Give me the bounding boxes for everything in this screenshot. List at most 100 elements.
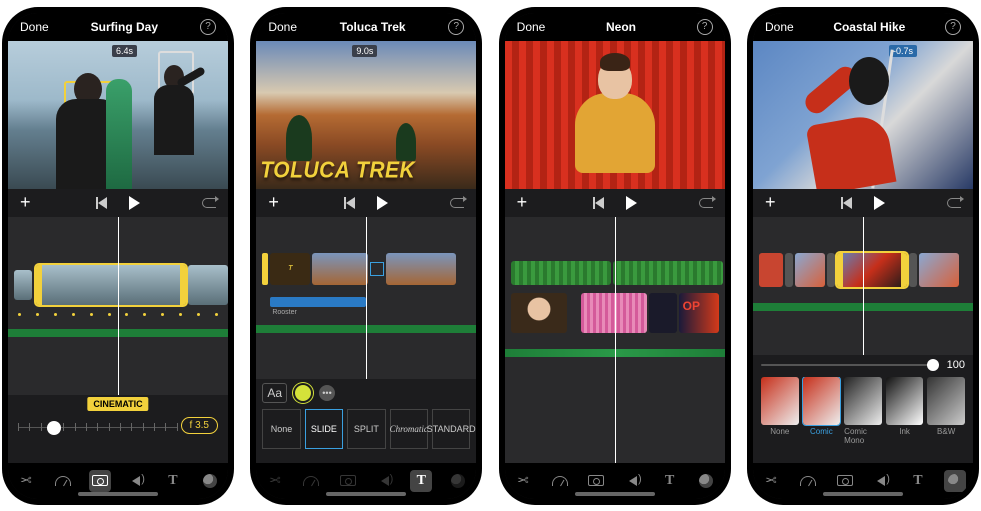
text-style-button[interactable]: Aa	[262, 383, 287, 403]
video-clip-selected[interactable]	[36, 265, 186, 305]
video-clip[interactable]	[188, 265, 228, 305]
undo-button[interactable]	[699, 198, 713, 208]
filter-comic-mono[interactable]: Comic Mono	[844, 377, 882, 445]
text-tool[interactable]: T	[410, 470, 432, 492]
trim-handle-right[interactable]	[180, 265, 186, 305]
video-clip[interactable]	[759, 253, 783, 287]
transition-slide[interactable]: SLIDE	[305, 409, 343, 449]
done-button[interactable]: Done	[268, 20, 297, 34]
trim-handle-left[interactable]	[36, 265, 42, 305]
cut-tool[interactable]	[264, 470, 286, 492]
text-tool[interactable]: T	[907, 470, 929, 492]
effects-tool[interactable]	[944, 470, 966, 492]
title-overlay[interactable]: TOLUCA TREK	[260, 157, 472, 183]
undo-button[interactable]	[947, 198, 961, 208]
text-tool[interactable]: T	[659, 470, 681, 492]
help-icon[interactable]: ?	[697, 19, 713, 35]
video-clip[interactable]	[795, 253, 825, 287]
help-icon[interactable]: ?	[200, 19, 216, 35]
video-preview[interactable]: 9.0s TOLUCA TREK	[256, 41, 476, 189]
clip-thumb[interactable]	[14, 270, 32, 300]
help-icon[interactable]: ?	[945, 19, 961, 35]
overlay-clip[interactable]	[581, 293, 647, 333]
transition-gap[interactable]	[827, 253, 835, 287]
camera-tool[interactable]	[337, 470, 359, 492]
trim-handle-left[interactable]	[837, 253, 843, 287]
add-media-button[interactable]: +	[268, 192, 279, 213]
greenscreen-clip[interactable]	[613, 261, 723, 285]
playhead[interactable]	[118, 217, 119, 395]
trim-handle-right[interactable]	[901, 253, 907, 287]
cut-tool[interactable]	[512, 470, 534, 492]
audio-tool[interactable]	[125, 470, 147, 492]
help-icon[interactable]: ?	[448, 19, 464, 35]
video-preview[interactable]: -0.7s	[753, 41, 973, 189]
filter-ink[interactable]: Ink	[886, 377, 924, 445]
camera-tool[interactable]	[89, 470, 111, 492]
transition-node[interactable]	[370, 262, 384, 276]
speed-tool[interactable]	[549, 470, 571, 492]
video-clip-selected[interactable]	[837, 253, 907, 287]
video-preview[interactable]	[505, 41, 725, 189]
play-button[interactable]	[377, 196, 388, 210]
overlay-clip[interactable]: OP	[679, 293, 719, 333]
text-tool[interactable]: T	[162, 470, 184, 492]
add-media-button[interactable]: +	[20, 192, 31, 213]
audio-tool[interactable]	[374, 470, 396, 492]
camera-tool[interactable]	[834, 470, 856, 492]
skip-back-button[interactable]	[593, 197, 604, 209]
speed-tool[interactable]	[797, 470, 819, 492]
speed-tool[interactable]	[52, 470, 74, 492]
playhead[interactable]	[366, 217, 367, 379]
undo-button[interactable]	[450, 198, 464, 208]
skip-back-button[interactable]	[841, 197, 852, 209]
cut-tool[interactable]	[15, 470, 37, 492]
greenscreen-clip[interactable]	[511, 261, 611, 285]
filter-bw[interactable]: B&W	[927, 377, 965, 445]
filter-none[interactable]: None	[761, 377, 799, 445]
timeline[interactable]	[753, 217, 973, 355]
transition-none[interactable]: None	[262, 409, 300, 449]
transition-gap[interactable]	[785, 253, 793, 287]
video-clip[interactable]	[919, 253, 959, 287]
done-button[interactable]: Done	[517, 20, 546, 34]
cut-tool[interactable]	[760, 470, 782, 492]
video-clip[interactable]	[386, 253, 456, 285]
play-button[interactable]	[129, 196, 140, 210]
camera-tool[interactable]	[585, 470, 607, 492]
effects-tool[interactable]	[695, 470, 717, 492]
fstop-value[interactable]: f 3.5	[181, 417, 218, 434]
audio-clip[interactable]: Rooster	[270, 297, 366, 307]
more-options-button[interactable]: •••	[319, 385, 335, 401]
clip-marker[interactable]	[262, 253, 268, 285]
play-button[interactable]	[874, 196, 885, 210]
add-media-button[interactable]: +	[765, 192, 776, 213]
video-preview[interactable]: 6.4s	[8, 41, 228, 189]
effects-tool[interactable]	[199, 470, 221, 492]
timeline[interactable]: T Rooster	[256, 217, 476, 379]
depth-slider[interactable]	[18, 419, 178, 437]
overlay-clip[interactable]	[649, 293, 677, 333]
skip-back-button[interactable]	[96, 197, 107, 209]
done-button[interactable]: Done	[765, 20, 794, 34]
title-clip[interactable]: T	[270, 253, 310, 285]
playhead[interactable]	[863, 217, 864, 355]
add-media-button[interactable]: +	[517, 192, 528, 213]
play-button[interactable]	[626, 196, 637, 210]
skip-back-button[interactable]	[344, 197, 355, 209]
transition-gap[interactable]	[909, 253, 917, 287]
playhead[interactable]	[615, 217, 616, 463]
cutaway-clip[interactable]	[511, 293, 567, 333]
effects-tool[interactable]	[447, 470, 469, 492]
audio-tool[interactable]	[870, 470, 892, 492]
audio-tool[interactable]	[622, 470, 644, 492]
timeline[interactable]: OP	[505, 217, 725, 463]
color-swatch-yellow[interactable]	[295, 385, 311, 401]
done-button[interactable]: Done	[20, 20, 49, 34]
timeline[interactable]	[8, 217, 228, 395]
transition-standard[interactable]: STANDARD	[432, 409, 470, 449]
undo-button[interactable]	[202, 198, 216, 208]
transition-chromatic[interactable]: Chromatic	[390, 409, 428, 449]
filter-comic[interactable]: Comic	[803, 377, 841, 445]
transition-split[interactable]: SPLIT	[347, 409, 385, 449]
